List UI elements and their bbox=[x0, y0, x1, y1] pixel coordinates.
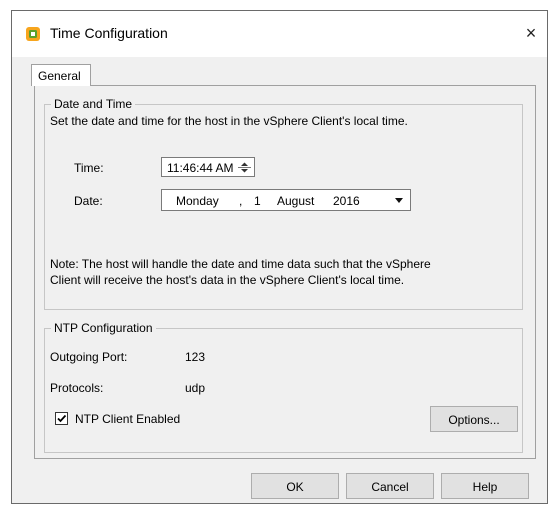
tab-general-label: General bbox=[38, 69, 81, 83]
help-button[interactable]: Help bbox=[441, 473, 529, 499]
vsphere-app-icon bbox=[26, 27, 40, 41]
date-weekday: Monday bbox=[176, 194, 219, 208]
spinner-icon[interactable] bbox=[237, 160, 252, 175]
date-label: Date: bbox=[74, 194, 103, 208]
time-input[interactable]: 11:46:44 AM bbox=[161, 157, 255, 177]
note-line-1: Note: The host will handle the date and … bbox=[50, 257, 431, 271]
dialog-body: General Date and Time Set the date and t… bbox=[12, 57, 547, 503]
date-time-description: Set the date and time for the host in th… bbox=[50, 114, 408, 128]
options-button-label: Options... bbox=[448, 413, 500, 427]
ntp-configuration-group: NTP Configuration Outgoing Port: 123 Pro… bbox=[44, 321, 523, 453]
outgoing-port-label: Outgoing Port: bbox=[50, 350, 128, 364]
ntp-client-enabled-label[interactable]: NTP Client Enabled bbox=[75, 412, 180, 426]
ok-button[interactable]: OK bbox=[251, 473, 339, 499]
ntp-client-enabled-checkbox[interactable] bbox=[55, 412, 68, 425]
time-configuration-dialog: Time Configuration × General Date and Ti… bbox=[11, 10, 548, 504]
note-line-2: Client will receive the host's data in t… bbox=[50, 273, 405, 287]
tab-general[interactable]: General bbox=[31, 64, 91, 86]
cancel-button-label: Cancel bbox=[371, 480, 409, 494]
date-picker[interactable]: Monday , 1 August 2016 bbox=[161, 189, 411, 211]
chevron-down-icon bbox=[395, 198, 403, 203]
close-icon[interactable]: × bbox=[521, 21, 541, 45]
dialog-button-bar: OK Cancel Help bbox=[12, 463, 547, 503]
general-tab-panel: Date and Time Set the date and time for … bbox=[34, 85, 536, 459]
protocols-label: Protocols: bbox=[50, 381, 104, 395]
date-time-legend: Date and Time bbox=[51, 97, 136, 111]
cancel-button[interactable]: Cancel bbox=[346, 473, 434, 499]
help-button-label: Help bbox=[472, 480, 498, 494]
date-time-group: Date and Time Set the date and time for … bbox=[44, 97, 523, 310]
date-year: 2016 bbox=[333, 194, 360, 208]
ntp-legend: NTP Configuration bbox=[51, 321, 156, 335]
time-value: 11:46:44 AM bbox=[167, 161, 234, 175]
outgoing-port-value: 123 bbox=[185, 350, 206, 364]
date-month: August bbox=[277, 194, 315, 208]
date-dropdown-button[interactable] bbox=[390, 192, 408, 208]
options-button[interactable]: Options... bbox=[430, 406, 518, 432]
protocols-value: udp bbox=[185, 381, 206, 395]
time-label: Time: bbox=[74, 161, 104, 175]
checkmark-icon bbox=[57, 414, 67, 423]
date-day: 1 bbox=[254, 194, 261, 208]
title-bar[interactable]: Time Configuration × bbox=[12, 11, 547, 57]
date-separator: , bbox=[239, 194, 243, 208]
ok-button-label: OK bbox=[286, 480, 304, 494]
window-title: Time Configuration bbox=[50, 25, 168, 41]
